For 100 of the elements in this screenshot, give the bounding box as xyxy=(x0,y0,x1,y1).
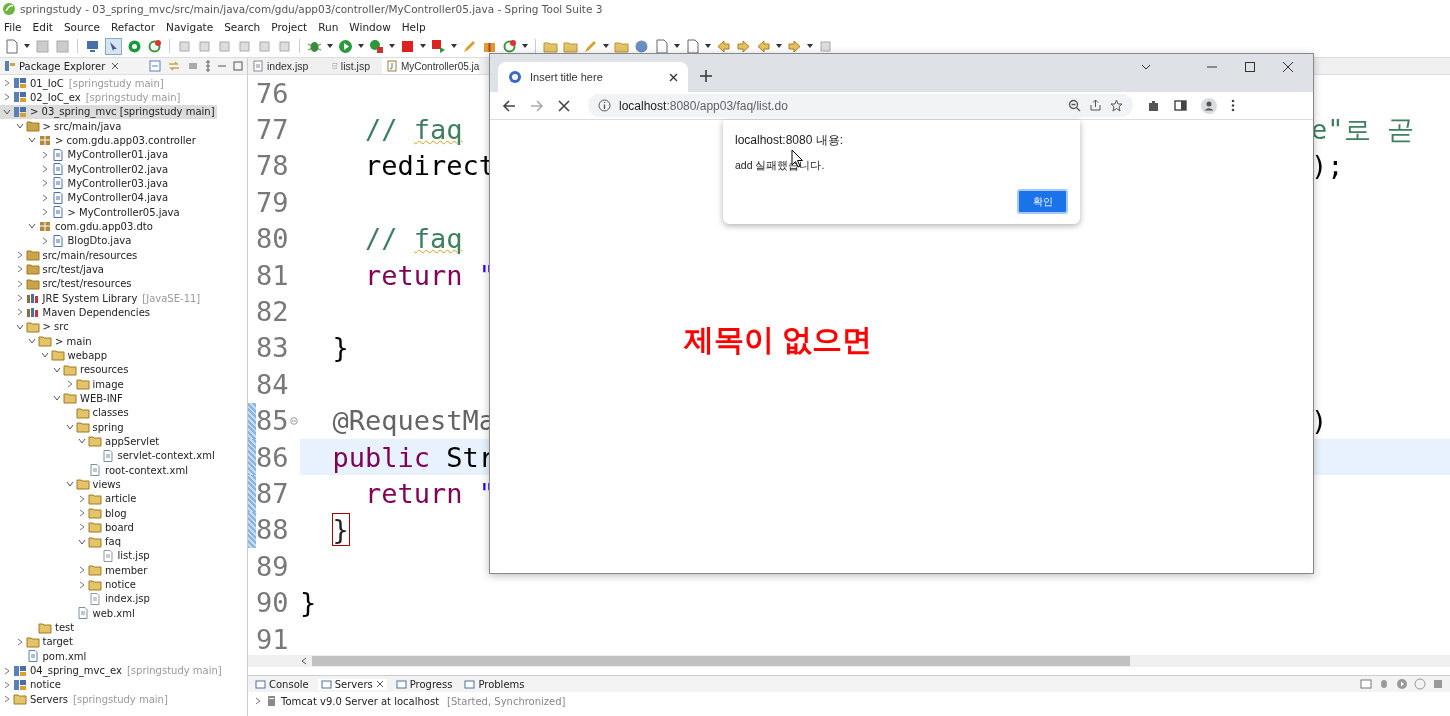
chevron-down-icon[interactable] xyxy=(78,438,86,445)
chevron-right-icon[interactable] xyxy=(78,566,86,575)
tree-item[interactable]: > src xyxy=(0,319,71,334)
tree-item[interactable]: servlet-context.xml xyxy=(0,448,217,463)
panel-tab[interactable]: Problems xyxy=(461,678,528,690)
chevron-down-icon[interactable] xyxy=(40,352,49,359)
zoom-icon[interactable] xyxy=(1068,99,1081,112)
menu-item[interactable]: Project xyxy=(271,20,308,33)
tree-item[interactable]: web.xml xyxy=(0,606,137,621)
tree-item[interactable]: 02_IoC_ex [springstudy main] xyxy=(0,90,183,105)
menu-item[interactable]: Run xyxy=(318,20,339,33)
kebab-menu-icon[interactable] xyxy=(205,60,211,72)
fold-icon[interactable] xyxy=(289,416,298,425)
tree-item[interactable]: Maven Dependencies xyxy=(0,305,152,320)
menu-icon[interactable] xyxy=(1231,99,1235,112)
caret-icon[interactable] xyxy=(420,44,426,48)
server-name[interactable]: Tomcat v9.0 Server at localhost xyxy=(281,695,440,707)
forward-icon[interactable] xyxy=(530,98,544,113)
document-icon[interactable] xyxy=(4,38,19,54)
scrollbar-thumb[interactable] xyxy=(312,656,1130,666)
back-icon[interactable] xyxy=(502,98,516,113)
close-icon[interactable] xyxy=(1283,62,1293,72)
pencil-icon[interactable] xyxy=(462,38,477,54)
tree-item[interactable]: BlogDto.java xyxy=(0,233,134,248)
tree-item[interactable]: board xyxy=(0,520,136,535)
editor-tab[interactable]: list.jsp xyxy=(328,58,382,74)
caret-icon[interactable] xyxy=(24,44,30,48)
collapse-all-icon[interactable] xyxy=(149,60,161,72)
arrow-left-icon[interactable] xyxy=(756,38,771,54)
chevron-down-icon[interactable] xyxy=(15,123,24,130)
chevron-down-icon[interactable] xyxy=(15,323,24,330)
tree-item[interactable]: pom.xml xyxy=(0,649,89,664)
share-icon[interactable] xyxy=(1089,99,1102,112)
tree-item[interactable]: list.jsp xyxy=(0,548,152,564)
caret-icon[interactable] xyxy=(674,44,680,48)
tree-item[interactable]: test xyxy=(0,620,77,635)
chevron-down-icon[interactable] xyxy=(65,481,74,488)
chevron-down-icon[interactable] xyxy=(28,338,36,345)
tree-item[interactable]: com.gdu.app03.dto xyxy=(0,219,155,234)
tree-item[interactable]: JRE System Library [JavaSE-11] xyxy=(0,290,203,306)
editor-tab[interactable]: index.jsp xyxy=(248,58,328,74)
caret-icon[interactable] xyxy=(358,44,364,48)
star-icon[interactable] xyxy=(1110,99,1123,112)
info-icon[interactable] xyxy=(598,99,611,112)
tree-item[interactable]: > 03_spring_mvc [springstudy main] xyxy=(0,104,217,119)
caret-icon[interactable] xyxy=(389,44,395,48)
tree-item[interactable]: spring xyxy=(0,419,126,435)
chevron-right-icon[interactable] xyxy=(3,695,11,704)
tree-item[interactable]: views xyxy=(0,477,123,492)
chevron-right-icon[interactable] xyxy=(15,294,24,303)
caret-icon[interactable] xyxy=(776,44,782,48)
stop-icon[interactable] xyxy=(1432,678,1444,690)
menu-item[interactable]: Edit xyxy=(32,20,53,33)
chevron-right-icon[interactable] xyxy=(78,509,86,517)
panel-toolbar-icon[interactable] xyxy=(1360,678,1372,690)
chevron-right-icon[interactable] xyxy=(78,494,86,503)
tree-item[interactable]: > main xyxy=(0,333,94,349)
chevron-right-icon[interactable] xyxy=(40,193,49,202)
filter-icon[interactable] xyxy=(187,60,199,72)
editor-tab[interactable]: MyController05.ja xyxy=(382,58,480,74)
chevron-right-icon[interactable] xyxy=(3,93,11,102)
close-icon[interactable] xyxy=(375,680,384,688)
caret-icon[interactable] xyxy=(327,44,333,48)
chevron-down-icon[interactable] xyxy=(3,108,11,115)
profile-icon[interactable] xyxy=(1201,97,1217,114)
panel-tab[interactable]: Progress xyxy=(392,678,456,690)
chevron-right-icon[interactable] xyxy=(15,251,24,260)
menu-item[interactable]: File xyxy=(4,20,22,33)
document-icon[interactable] xyxy=(685,38,700,54)
chevron-down-icon[interactable] xyxy=(28,223,36,230)
tree-item[interactable]: blog xyxy=(0,505,129,521)
tool-icon[interactable] xyxy=(818,38,833,54)
chevron-right-icon[interactable] xyxy=(40,208,49,217)
circle-icon[interactable] xyxy=(127,38,142,54)
run-icon[interactable] xyxy=(338,38,353,54)
save-icon[interactable] xyxy=(55,38,70,54)
tree-item[interactable]: MyController03.java xyxy=(0,176,171,191)
caret-icon[interactable] xyxy=(705,44,711,48)
chevron-right-icon[interactable] xyxy=(15,308,24,317)
tree-item[interactable]: > MyController05.java xyxy=(0,204,182,220)
tree-item[interactable]: root-context.xml xyxy=(0,462,190,478)
tree-item[interactable]: notice xyxy=(0,577,138,592)
document-icon[interactable] xyxy=(654,38,669,54)
chevron-right-icon[interactable] xyxy=(3,680,11,689)
tree-item[interactable]: member xyxy=(0,563,150,578)
run-icon[interactable] xyxy=(1396,678,1408,690)
tree-item[interactable]: 04_spring_mvc_ex [springstudy main] xyxy=(0,663,224,678)
chevron-right-icon[interactable] xyxy=(3,666,11,675)
tree-item[interactable]: src/test/resources xyxy=(0,276,134,291)
confirm-button[interactable]: 확인 xyxy=(1017,189,1068,214)
chevron-right-icon[interactable] xyxy=(78,523,86,532)
tree-item[interactable]: image xyxy=(0,376,126,392)
tree-item[interactable]: MyController04.java xyxy=(0,190,171,205)
tree-item[interactable]: appServlet xyxy=(0,434,162,449)
chevron-right-icon[interactable] xyxy=(40,236,49,245)
tree-item[interactable]: > src/main/java xyxy=(0,119,124,134)
menu-item[interactable]: Source xyxy=(63,20,100,33)
menu-item[interactable]: Help xyxy=(401,20,426,33)
scroll-left-icon[interactable] xyxy=(300,657,308,665)
tree-item[interactable]: MyController02.java xyxy=(0,161,171,177)
